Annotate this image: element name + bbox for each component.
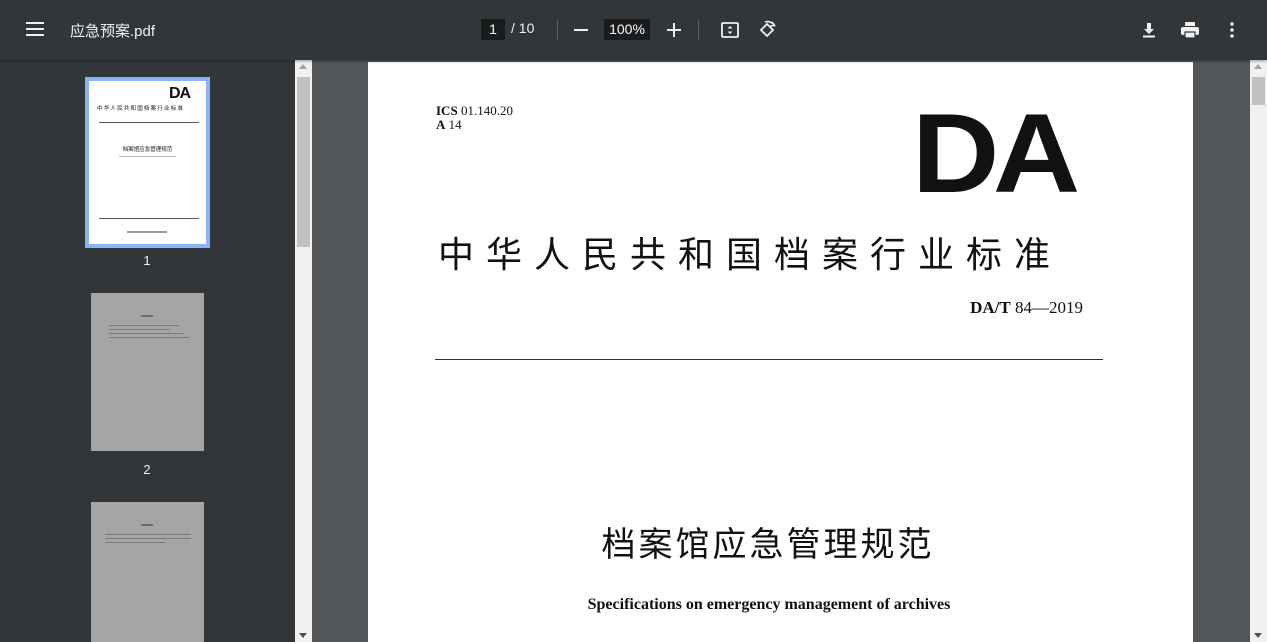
ics-code: 01.140.20 [460,103,513,118]
thumb-text-line [105,538,191,539]
standard-title: 中华人民共和国档案行业标准 [438,235,1063,276]
thumb-text-line [141,524,153,526]
sidebar-scroll-thumb[interactable] [297,77,310,247]
class-label: A [436,117,446,132]
rotate-icon [759,20,776,38]
da-logo: DA [912,91,1080,216]
download-icon [1143,23,1155,38]
thumbnail-page-2[interactable] [91,293,204,451]
ics-classification: ICS 01.140.20 A 14 [436,104,513,132]
scroll-up-arrow-icon[interactable] [1254,64,1262,69]
thumb-footer-line [127,231,167,233]
sidebar-scrollbar[interactable] [295,60,312,642]
standard-prefix: DA/T [970,298,1011,317]
thumb-text-line [105,542,165,543]
thumbnail-page-1[interactable]: DA 中华人民共和国档案行业标准 档案馆应急管理规范 [85,77,210,248]
zoom-in-button[interactable] [660,16,688,44]
document-subtitle: Specifications on emergency management o… [587,596,951,613]
standard-number: DA/T 84—2019 [970,298,1083,318]
thumb-da-logo: DA [169,85,191,102]
class-code: 14 [448,117,462,132]
thumbnail-page-image: DA 中华人民共和国档案行业标准 档案馆应急管理规范 [89,81,206,244]
standard-code: 84—2019 [1015,298,1083,317]
page-number-input[interactable]: 1 [481,19,505,40]
thumb-subtitle-line [119,156,176,157]
thumbnail-page-image [91,293,204,451]
toolbar-divider [698,20,699,40]
thumbnail-sidebar: DA 中华人民共和国档案行业标准 档案馆应急管理规范 1 2 [0,60,295,642]
fit-to-page-button[interactable] [716,16,744,44]
print-button[interactable] [1176,16,1204,44]
rotate-button[interactable] [753,16,781,44]
thumb-text-line [109,333,184,334]
page-total: / 10 [511,20,535,36]
zoom-level-input[interactable]: 100% [604,19,650,40]
thumbnail-page-image [91,502,204,642]
minus-icon [574,29,588,31]
thumb-text-line [109,325,179,326]
document-title: 应急预案.pdf [70,23,156,40]
more-options-button[interactable] [1218,16,1246,44]
scroll-down-arrow-icon[interactable] [1254,633,1262,638]
title-rule [435,359,1103,360]
hamburger-menu-icon[interactable] [23,18,49,42]
thumbnail-number: 1 [143,253,151,268]
thumb-text-line [141,315,153,317]
plus-icon [667,23,681,37]
document-title-heading: 档案馆应急管理规范 [601,525,935,565]
document-page: ICS 01.140.20 A 14 DA 中华人民共和国档案行业标准 DA/T… [368,62,1193,642]
thumb-text-line [105,534,191,535]
thumb-text-line [109,337,189,338]
more-vert-icon [1230,22,1234,38]
download-button[interactable] [1135,16,1163,44]
toolbar-divider [557,20,558,40]
zoom-out-button[interactable] [567,16,595,44]
ics-label: ICS [436,103,458,118]
scroll-down-arrow-icon[interactable] [299,633,307,638]
main-scroll-thumb[interactable] [1252,77,1265,105]
thumbnail-page-3[interactable] [91,502,204,642]
thumb-rule [99,122,199,123]
main-scrollbar[interactable] [1250,60,1267,642]
pdf-toolbar: 应急预案.pdf 1 / 10 100% [0,0,1267,60]
thumb-standard-header: 中华人民共和国档案行业标准 [97,106,185,112]
thumb-text-line [109,329,169,330]
thumbnail-number: 2 [143,462,151,477]
thumb-rule [99,218,199,219]
scroll-up-arrow-icon[interactable] [299,64,307,69]
fit-to-page-icon [721,22,739,38]
thumb-doc-title: 档案馆应急管理规范 [122,147,173,153]
print-icon [1181,22,1199,39]
